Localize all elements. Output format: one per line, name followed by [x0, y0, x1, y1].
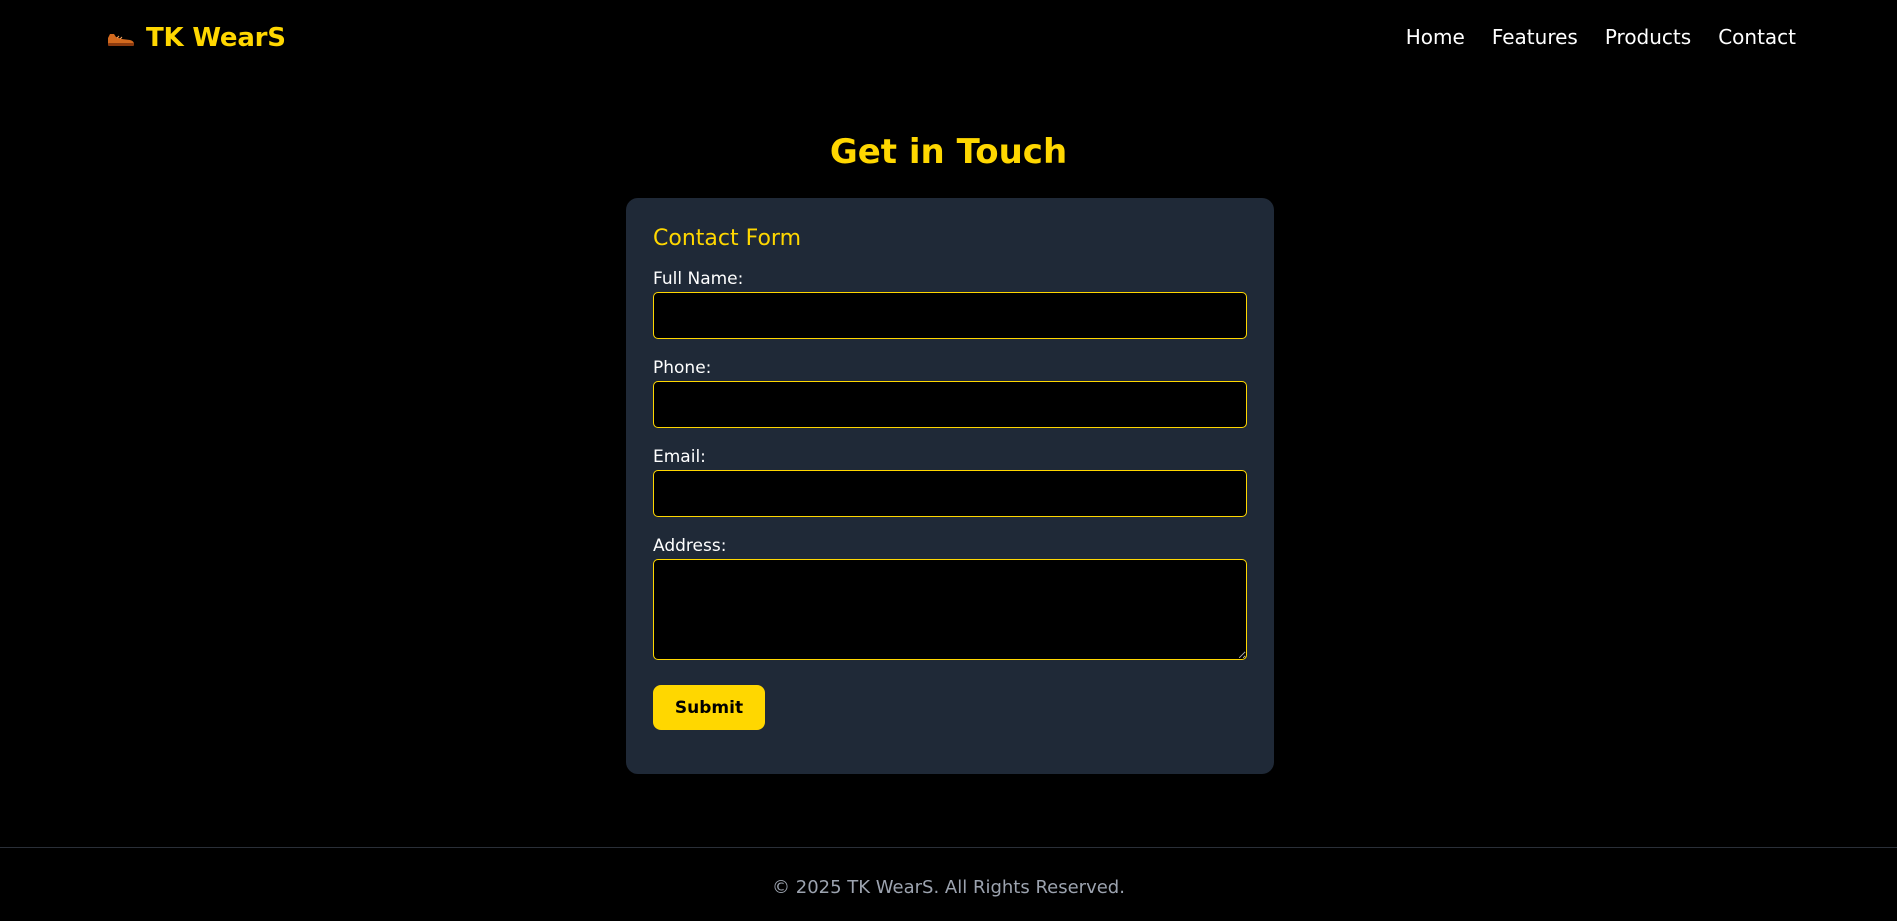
email-field[interactable]	[653, 470, 1247, 517]
shoe-icon	[106, 29, 136, 47]
email-group: Email:	[653, 446, 1247, 517]
full-name-field[interactable]	[653, 292, 1247, 339]
submit-button[interactable]: Submit	[653, 685, 765, 730]
site-footer: © 2025 TK WearS. All Rights Reserved.	[0, 847, 1897, 921]
phone-group: Phone:	[653, 357, 1247, 428]
full-name-label: Full Name:	[653, 269, 744, 289]
full-name-group: Full Name:	[653, 268, 1247, 339]
phone-label: Phone:	[653, 358, 712, 378]
nav-products[interactable]: Products	[1605, 22, 1691, 52]
brand[interactable]: TK WearS	[106, 20, 286, 56]
form-title: Contact Form	[653, 226, 802, 251]
nav-contact[interactable]: Contact	[1718, 22, 1796, 52]
nav-home[interactable]: Home	[1406, 22, 1465, 52]
contact-form: Contact Form Full Name: Phone: Email: Ad…	[626, 198, 1274, 774]
brand-name: TK WearS	[146, 23, 286, 53]
site-header: TK WearS Home Features Products Contact	[0, 0, 1897, 76]
address-label: Address:	[653, 536, 727, 556]
page-title: Get in Touch	[829, 132, 1068, 172]
nav-features[interactable]: Features	[1492, 22, 1578, 52]
address-group: Address:	[653, 535, 1247, 660]
email-label: Email:	[653, 447, 706, 467]
main-nav: Home Features Products Contact	[1406, 22, 1796, 52]
address-field[interactable]	[653, 559, 1247, 660]
phone-field[interactable]	[653, 381, 1247, 428]
copyright-text: © 2025 TK WearS. All Rights Reserved.	[772, 877, 1125, 898]
